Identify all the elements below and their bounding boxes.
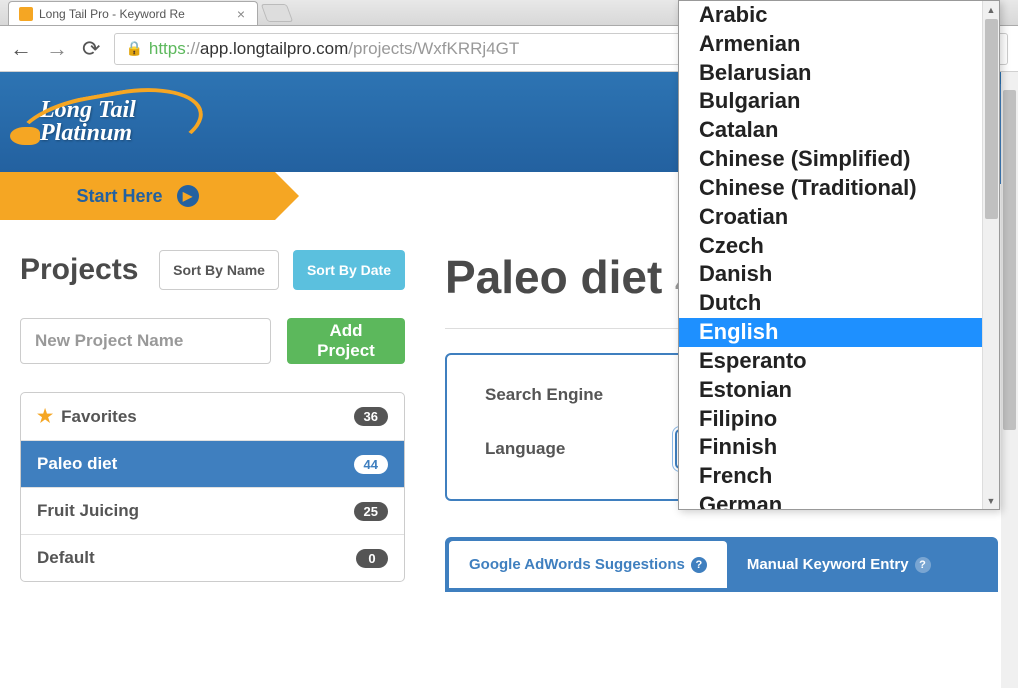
dropdown-option[interactable]: Chinese (Traditional) [679,174,999,203]
dropdown-option[interactable]: Armenian [679,30,999,59]
forward-button[interactable]: → [46,38,68,60]
add-project-button[interactable]: Add Project [287,318,405,364]
close-tab-icon[interactable]: × [235,6,247,22]
reload-button[interactable]: ⟳ [82,38,100,60]
dropdown-option[interactable]: Croatian [679,203,999,232]
project-item[interactable]: Default 0 [21,535,404,581]
scroll-thumb[interactable] [1003,90,1016,430]
dropdown-option[interactable]: Danish [679,260,999,289]
page-scrollbar[interactable] [1001,72,1018,688]
dropdown-option[interactable]: Esperanto [679,347,999,376]
dropdown-option[interactable]: Finnish [679,433,999,462]
scroll-up-icon[interactable]: ▲ [983,1,999,18]
dropdown-scrollbar[interactable]: ▲ ▼ [982,1,999,509]
sort-by-name-button[interactable]: Sort By Name [159,250,279,290]
projects-heading: Projects [20,253,145,287]
scroll-down-icon[interactable]: ▼ [983,492,999,509]
dropdown-option[interactable]: Belarusian [679,59,999,88]
language-dropdown: ArabicArmenianBelarusianBulgarianCatalan… [678,0,1000,510]
start-here-button[interactable]: Start Here ▶ [0,172,275,220]
project-item[interactable]: Fruit Juicing 25 [21,488,404,535]
dropdown-option[interactable]: Estonian [679,376,999,405]
tab-manual[interactable]: Manual Keyword Entry? [727,541,951,588]
project-item[interactable]: Paleo diet 44 [21,441,404,488]
search-engine-label: Search Engine [485,385,675,405]
project-label: Favorites [61,407,137,427]
count-badge: 36 [354,407,388,426]
url-path: /projects/WxfKRRj4GT [348,39,519,59]
back-button[interactable]: ← [10,38,32,60]
language-label: Language [485,439,675,459]
count-badge: 0 [356,549,388,568]
count-badge: 44 [354,455,388,474]
new-project-input[interactable] [20,318,271,364]
scroll-thumb[interactable] [985,19,998,219]
project-label: Default [37,548,95,568]
dropdown-option[interactable]: Arabic [679,1,999,30]
dropdown-option[interactable]: French [679,462,999,491]
browser-tab[interactable]: Long Tail Pro - Keyword Re × [8,1,258,25]
dropdown-option[interactable]: Bulgarian [679,87,999,116]
arrow-right-icon: ▶ [177,185,199,207]
dropdown-option[interactable]: Dutch [679,289,999,318]
tab-title: Long Tail Pro - Keyword Re [39,7,229,21]
star-icon: ★ [37,406,53,427]
tab-adwords[interactable]: Google AdWords Suggestions? [449,541,727,588]
count-badge: 25 [354,502,388,521]
dropdown-option[interactable]: German [679,491,999,509]
dropdown-option[interactable]: Czech [679,232,999,261]
dropdown-option[interactable]: English [679,318,999,347]
lock-icon: 🔒 [125,40,142,57]
logo[interactable]: Long Tail Platinum [12,99,136,145]
sort-by-date-button[interactable]: Sort By Date [293,250,405,290]
url-domain: app.longtailpro.com [200,39,348,59]
project-list: ★ Favorites 36 Paleo diet 44 Fruit Juicing 25 D… [20,392,405,582]
url-scheme: https [149,39,186,59]
project-label: Paleo diet [37,454,117,474]
dropdown-option[interactable]: Chinese (Simplified) [679,145,999,174]
sidebar: Projects Sort By Name Sort By Date Add P… [20,250,405,592]
keyword-tabs: Google AdWords Suggestions?Manual Keywor… [445,537,998,592]
tab-favicon [19,7,33,21]
help-icon[interactable]: ? [915,557,931,573]
new-tab-button[interactable] [261,4,294,22]
dropdown-list[interactable]: ArabicArmenianBelarusianBulgarianCatalan… [679,1,999,509]
dropdown-option[interactable]: Filipino [679,405,999,434]
project-label: Fruit Juicing [37,501,139,521]
help-icon[interactable]: ? [691,557,707,573]
dropdown-option[interactable]: Catalan [679,116,999,145]
logo-arc [9,77,208,179]
project-item[interactable]: ★ Favorites 36 [21,393,404,441]
